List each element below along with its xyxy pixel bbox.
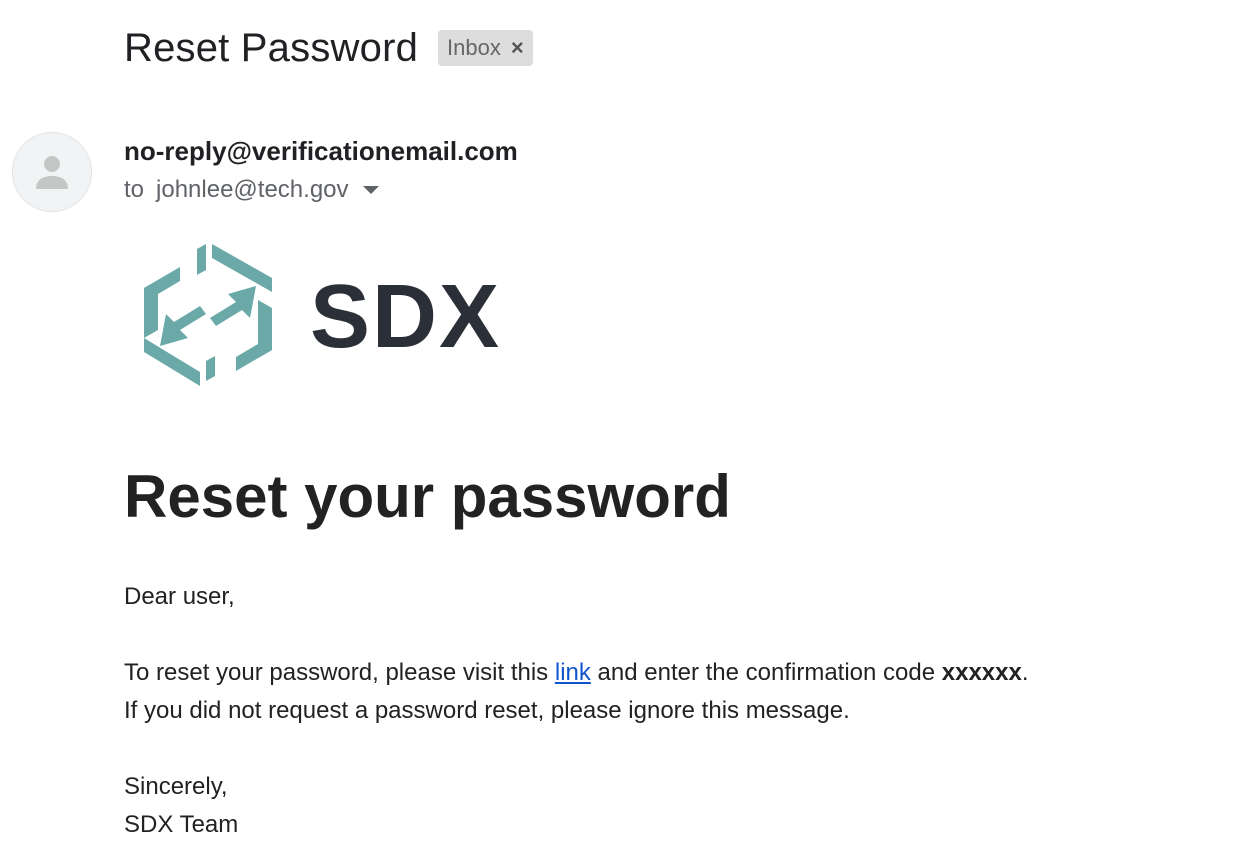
instruction-line: To reset your password, please visit thi… [124, 659, 1029, 687]
recipient-row: to johnlee@tech.gov [124, 176, 379, 204]
recipient-address: johnlee@tech.gov [156, 176, 349, 203]
ignore-notice-text: If you did not request a password reset,… [124, 697, 850, 724]
sdx-logo-text: SDX [310, 267, 502, 367]
inbox-label-text: Inbox [447, 35, 501, 60]
confirmation-code: xxxxxx [941, 659, 1022, 686]
instruction-text-end: . [1021, 659, 1029, 686]
reset-password-link[interactable]: link [555, 659, 591, 686]
email-view: Reset Password Inbox × no-reply@verifica… [0, 0, 1254, 860]
remove-label-icon[interactable]: × [511, 37, 524, 59]
inbox-label-chip[interactable]: Inbox × [438, 30, 533, 66]
person-icon [36, 156, 68, 189]
to-label: to [124, 176, 145, 203]
instruction-text-start: To reset your password, please visit thi… [124, 659, 555, 686]
greeting-text: Dear user, [124, 583, 235, 610]
closing-text: Sincerely, [124, 773, 228, 800]
subject-row: Reset Password Inbox × [124, 22, 533, 74]
sender-address[interactable]: no-reply@verificationemail.com [124, 136, 518, 167]
instruction-text-middle: and enter the confirmation code [590, 659, 942, 686]
sdx-logo: SDX [140, 240, 510, 390]
signature-text: SDX Team [124, 811, 239, 838]
sender-avatar[interactable] [12, 132, 92, 212]
email-heading: Reset your password [124, 463, 731, 530]
email-subject: Reset Password [124, 25, 419, 70]
show-details-dropdown-icon[interactable] [362, 186, 379, 194]
